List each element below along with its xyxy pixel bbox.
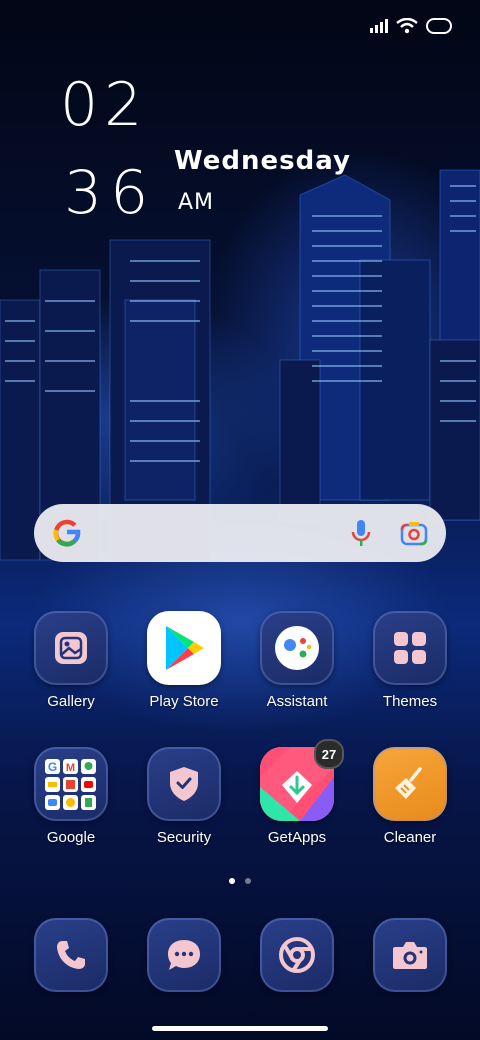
app-security[interactable]: Security (134, 747, 234, 846)
camera-icon (393, 942, 427, 969)
security-shield-icon (170, 767, 198, 801)
app-assistant[interactable]: Assistant (247, 611, 347, 710)
app-gallery[interactable]: Gallery (21, 611, 121, 710)
app-label: Gallery (47, 693, 95, 710)
app-label: Google (46, 829, 96, 846)
app-label: Security (156, 829, 212, 846)
google-g-icon (53, 519, 81, 547)
app-cleaner[interactable]: Cleaner (360, 747, 460, 846)
google-folder-icon: G M (45, 759, 96, 810)
svg-text:G: G (48, 760, 57, 774)
clock-minute[interactable]: 36 (64, 158, 156, 228)
notification-badge: 27 (314, 739, 344, 769)
security-tile[interactable] (147, 747, 221, 821)
page-dot[interactable] (245, 878, 251, 884)
cleaner-tile[interactable] (373, 747, 447, 821)
phone-icon (57, 941, 85, 969)
getapps-tile[interactable]: 27 (260, 739, 344, 821)
phone-tile[interactable] (34, 918, 108, 992)
lens-camera-icon[interactable] (400, 520, 428, 546)
messages-icon (168, 940, 200, 970)
camera-tile[interactable] (373, 918, 447, 992)
app-label: Cleaner (383, 829, 437, 846)
dock-messages[interactable] (134, 918, 234, 992)
app-label: Themes (382, 693, 438, 710)
dock-camera[interactable] (360, 918, 460, 992)
app-label: Assistant (266, 693, 328, 710)
play-store-icon (166, 626, 204, 670)
microphone-icon[interactable] (350, 519, 372, 547)
chrome-tile[interactable] (260, 918, 334, 992)
assistant-tile[interactable] (260, 611, 334, 685)
clock-weekday[interactable]: Wednesday (174, 146, 351, 176)
app-getapps[interactable]: 27 GetApps (247, 739, 347, 846)
svg-text:M: M (66, 762, 75, 774)
app-google-folder[interactable]: G M Google (21, 747, 121, 846)
gallery-icon (55, 632, 87, 664)
gesture-navigation-bar[interactable] (152, 1026, 328, 1031)
play-store-tile[interactable] (147, 611, 221, 685)
app-label: GetApps (267, 829, 327, 846)
themes-tile[interactable] (373, 611, 447, 685)
wifi-icon (396, 18, 418, 34)
battery-icon (426, 18, 452, 34)
app-themes[interactable]: Themes (360, 611, 460, 710)
chrome-icon (279, 937, 315, 973)
assistant-icon (275, 626, 319, 670)
signal-icon (370, 19, 388, 33)
app-play-store[interactable]: Play Store (134, 611, 234, 710)
themes-icon (394, 632, 426, 664)
app-label: Play Store (149, 693, 219, 710)
broom-icon (395, 767, 422, 799)
gallery-tile[interactable] (34, 611, 108, 685)
google-folder-tile[interactable]: G M (34, 747, 108, 821)
dock-chrome[interactable] (247, 918, 347, 992)
dock-phone[interactable] (21, 918, 121, 992)
page-indicator (0, 878, 480, 884)
clock-ampm: AM (178, 190, 215, 215)
messages-tile[interactable] (147, 918, 221, 992)
status-bar (370, 18, 452, 34)
clock-hour[interactable]: 02 (60, 70, 148, 140)
page-dot-active[interactable] (229, 878, 235, 884)
google-search-bar[interactable] (34, 504, 446, 562)
